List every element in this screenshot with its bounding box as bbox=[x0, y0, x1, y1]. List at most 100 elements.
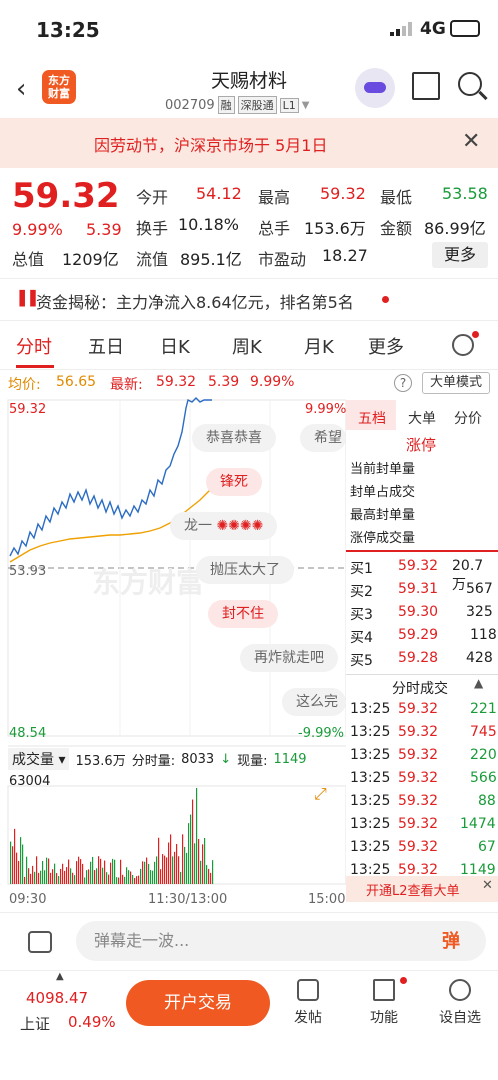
margin-tag: 融 bbox=[217, 96, 235, 114]
open-value: 54.12 bbox=[196, 184, 242, 203]
market-cap-label: 总值 bbox=[12, 250, 45, 269]
l2-banner[interactable]: 开通L2查看大单 ✕ bbox=[346, 876, 498, 902]
top-percent-label: 9.99% bbox=[305, 402, 347, 417]
float-cap-value: 895.1亿 bbox=[180, 250, 242, 269]
turnover-label: 换手 bbox=[136, 219, 169, 238]
notice-text: 因劳动节，沪深京市场于 5月1日 bbox=[94, 136, 328, 155]
volume-selector[interactable]: 成交量 ▾ bbox=[8, 748, 70, 770]
bottom-percent-label: -9.99% bbox=[298, 726, 344, 741]
danmu-toggle-icon[interactable]: 弹 bbox=[442, 927, 460, 953]
tick-row: 13:25 59.32 220 bbox=[350, 747, 497, 763]
stock-code: 002709 bbox=[165, 97, 215, 113]
grid-icon bbox=[373, 979, 395, 1001]
tab-five-day[interactable]: 五日 bbox=[88, 333, 124, 359]
limit-field: 当前封单量 bbox=[350, 462, 416, 477]
amount-label: 金额 bbox=[380, 219, 413, 238]
intraday-chart[interactable]: 东方财富 59.32 9.99% 53.93 48.54 -9.99% 成交量 … bbox=[0, 396, 347, 910]
holiday-notice[interactable]: 因劳动节，沪深京市场于 5月1日 ✕ bbox=[0, 118, 498, 168]
float-cap-label: 流值 bbox=[136, 250, 169, 269]
high-value: 59.32 bbox=[320, 184, 366, 203]
battery-icon bbox=[450, 20, 480, 37]
danmu-bubble: 这么完 bbox=[282, 688, 346, 716]
current-volume-label: 现量: bbox=[237, 753, 268, 769]
tab-monthly-k[interactable]: 月K bbox=[304, 333, 334, 359]
turnover-value: 10.18% bbox=[178, 215, 240, 234]
bid-row: 买4 59.29 118 bbox=[350, 627, 497, 646]
danmu-input[interactable]: 弹幕走一波... bbox=[76, 921, 486, 961]
change-percent: 9.99% bbox=[12, 220, 63, 239]
limit-field: 封单占成交 bbox=[350, 485, 416, 500]
stock-code-row: 002709 融 深股通 L1 ▼ bbox=[165, 96, 309, 114]
time-volume-value: 8033 bbox=[181, 751, 215, 767]
share-icon[interactable] bbox=[412, 72, 440, 100]
ticks-label: 分时成交 bbox=[392, 681, 448, 697]
tab-weekly-k[interactable]: 周K bbox=[232, 333, 262, 359]
function-button[interactable]: 功能 bbox=[354, 979, 414, 1027]
add-watchlist-button[interactable]: 设自选 bbox=[430, 979, 490, 1027]
bid-row: 买5 59.28 428 bbox=[350, 650, 493, 669]
trade-button[interactable]: 开户交易 bbox=[126, 980, 270, 1026]
post-icon bbox=[297, 979, 319, 1001]
danmu-bubble: 恭喜恭喜 bbox=[192, 424, 276, 452]
close-icon[interactable]: ✕ bbox=[462, 129, 480, 154]
help-icon[interactable]: ? bbox=[394, 374, 412, 392]
danmu-bubble: 再炸就走吧 bbox=[240, 644, 338, 672]
notification-dot-icon bbox=[400, 977, 407, 984]
tab-intraday[interactable]: 分时 bbox=[16, 333, 52, 359]
big-order-mode-button[interactable]: 大单模式 bbox=[422, 372, 490, 394]
amount-value: 86.99亿 bbox=[424, 219, 486, 238]
index-percent[interactable]: 0.49% bbox=[68, 1013, 116, 1031]
capital-flow-bar[interactable]: ▐▐ 资金揭秘：主力净流入8.64亿元，排名第5名 bbox=[0, 278, 498, 320]
time-mid-label: 11:30/13:00 bbox=[148, 892, 228, 907]
danmu-bubble: 封不住 bbox=[208, 600, 278, 628]
high-label: 最高 bbox=[258, 188, 291, 207]
bid-row: 买1 59.32 20.7万 bbox=[350, 558, 484, 593]
assistant-robot-icon[interactable] bbox=[355, 68, 395, 108]
low-value: 53.58 bbox=[442, 184, 488, 203]
close-icon[interactable]: ✕ bbox=[482, 878, 493, 893]
market-cap-value: 1209亿 bbox=[62, 250, 119, 269]
index-name[interactable]: 上证 bbox=[20, 1013, 50, 1034]
price-legend: 均价: 56.65 最新: 59.32 5.39 9.99% ? 大单模式 bbox=[0, 372, 498, 396]
time-volume-label: 分时量: bbox=[131, 753, 176, 769]
active-tab-indicator bbox=[16, 365, 54, 368]
gear-icon[interactable] bbox=[452, 334, 474, 356]
tab-five-levels[interactable]: 五档 bbox=[358, 408, 386, 428]
expand-icon[interactable]: ⤢ bbox=[314, 784, 327, 804]
signal-icon bbox=[390, 22, 412, 36]
index-value[interactable]: 4098.47 bbox=[26, 989, 88, 1007]
watermark: 东方财富 bbox=[92, 566, 204, 599]
notification-dot-icon bbox=[472, 331, 479, 338]
volume-total: 153.6万 bbox=[75, 753, 126, 769]
search-icon[interactable] bbox=[458, 72, 482, 96]
chevron-down-icon[interactable]: ▼ bbox=[302, 100, 310, 111]
time-end-label: 15:00 bbox=[308, 892, 346, 907]
danmu-bubble: 龙一 ✺✺✺✺ bbox=[170, 512, 278, 540]
volume-legend: 成交量 ▾ 153.6万 分时量: 8033 ↓ 现量: 1149 bbox=[8, 748, 307, 770]
latest-label: 最新: bbox=[110, 377, 143, 393]
more-button[interactable]: 更多 bbox=[432, 242, 488, 268]
avg-price-value: 56.65 bbox=[56, 374, 97, 390]
post-button[interactable]: 发帖 bbox=[278, 979, 338, 1027]
chevron-up-icon[interactable]: ▲ bbox=[474, 676, 483, 690]
top-price-label: 59.32 bbox=[9, 402, 47, 417]
tab-price-dist[interactable]: 分价 bbox=[454, 408, 482, 428]
danmu-bubble: 抛压太大了 bbox=[196, 556, 294, 584]
danmu-settings-icon[interactable] bbox=[28, 931, 52, 953]
tab-big-orders[interactable]: 大单 bbox=[408, 408, 436, 428]
quote-panel: 59.32 9.99% 5.39 今开 54.12 最高 59.32 最低 53… bbox=[0, 168, 498, 278]
chart-tabs: 分时 五日 日K 周K 月K 更多 bbox=[0, 320, 498, 370]
tick-row: 13:25 59.32 88 bbox=[350, 793, 496, 809]
total-hands-label: 总手 bbox=[258, 219, 291, 238]
order-book-panel: 五档 大单 分价 涨停 当前封单量 封单占成交 最高封单量 涨停成交量 买1 59… bbox=[346, 400, 498, 905]
open-label: 今开 bbox=[136, 188, 169, 207]
tick-row: 13:25 59.32 67 bbox=[350, 839, 496, 855]
new-dot-icon bbox=[382, 296, 389, 303]
tick-row: 13:25 59.32 745 bbox=[350, 724, 497, 740]
tab-daily-k[interactable]: 日K bbox=[160, 333, 190, 359]
tab-more[interactable]: 更多 bbox=[368, 333, 404, 359]
change-amount: 5.39 bbox=[86, 220, 122, 239]
bottom-nav: ▲ 4098.47 上证 0.49% 开户交易 发帖 功能 设自选 bbox=[0, 970, 498, 1080]
total-hands-value: 153.6万 bbox=[304, 219, 366, 238]
volume-bars bbox=[10, 788, 214, 884]
